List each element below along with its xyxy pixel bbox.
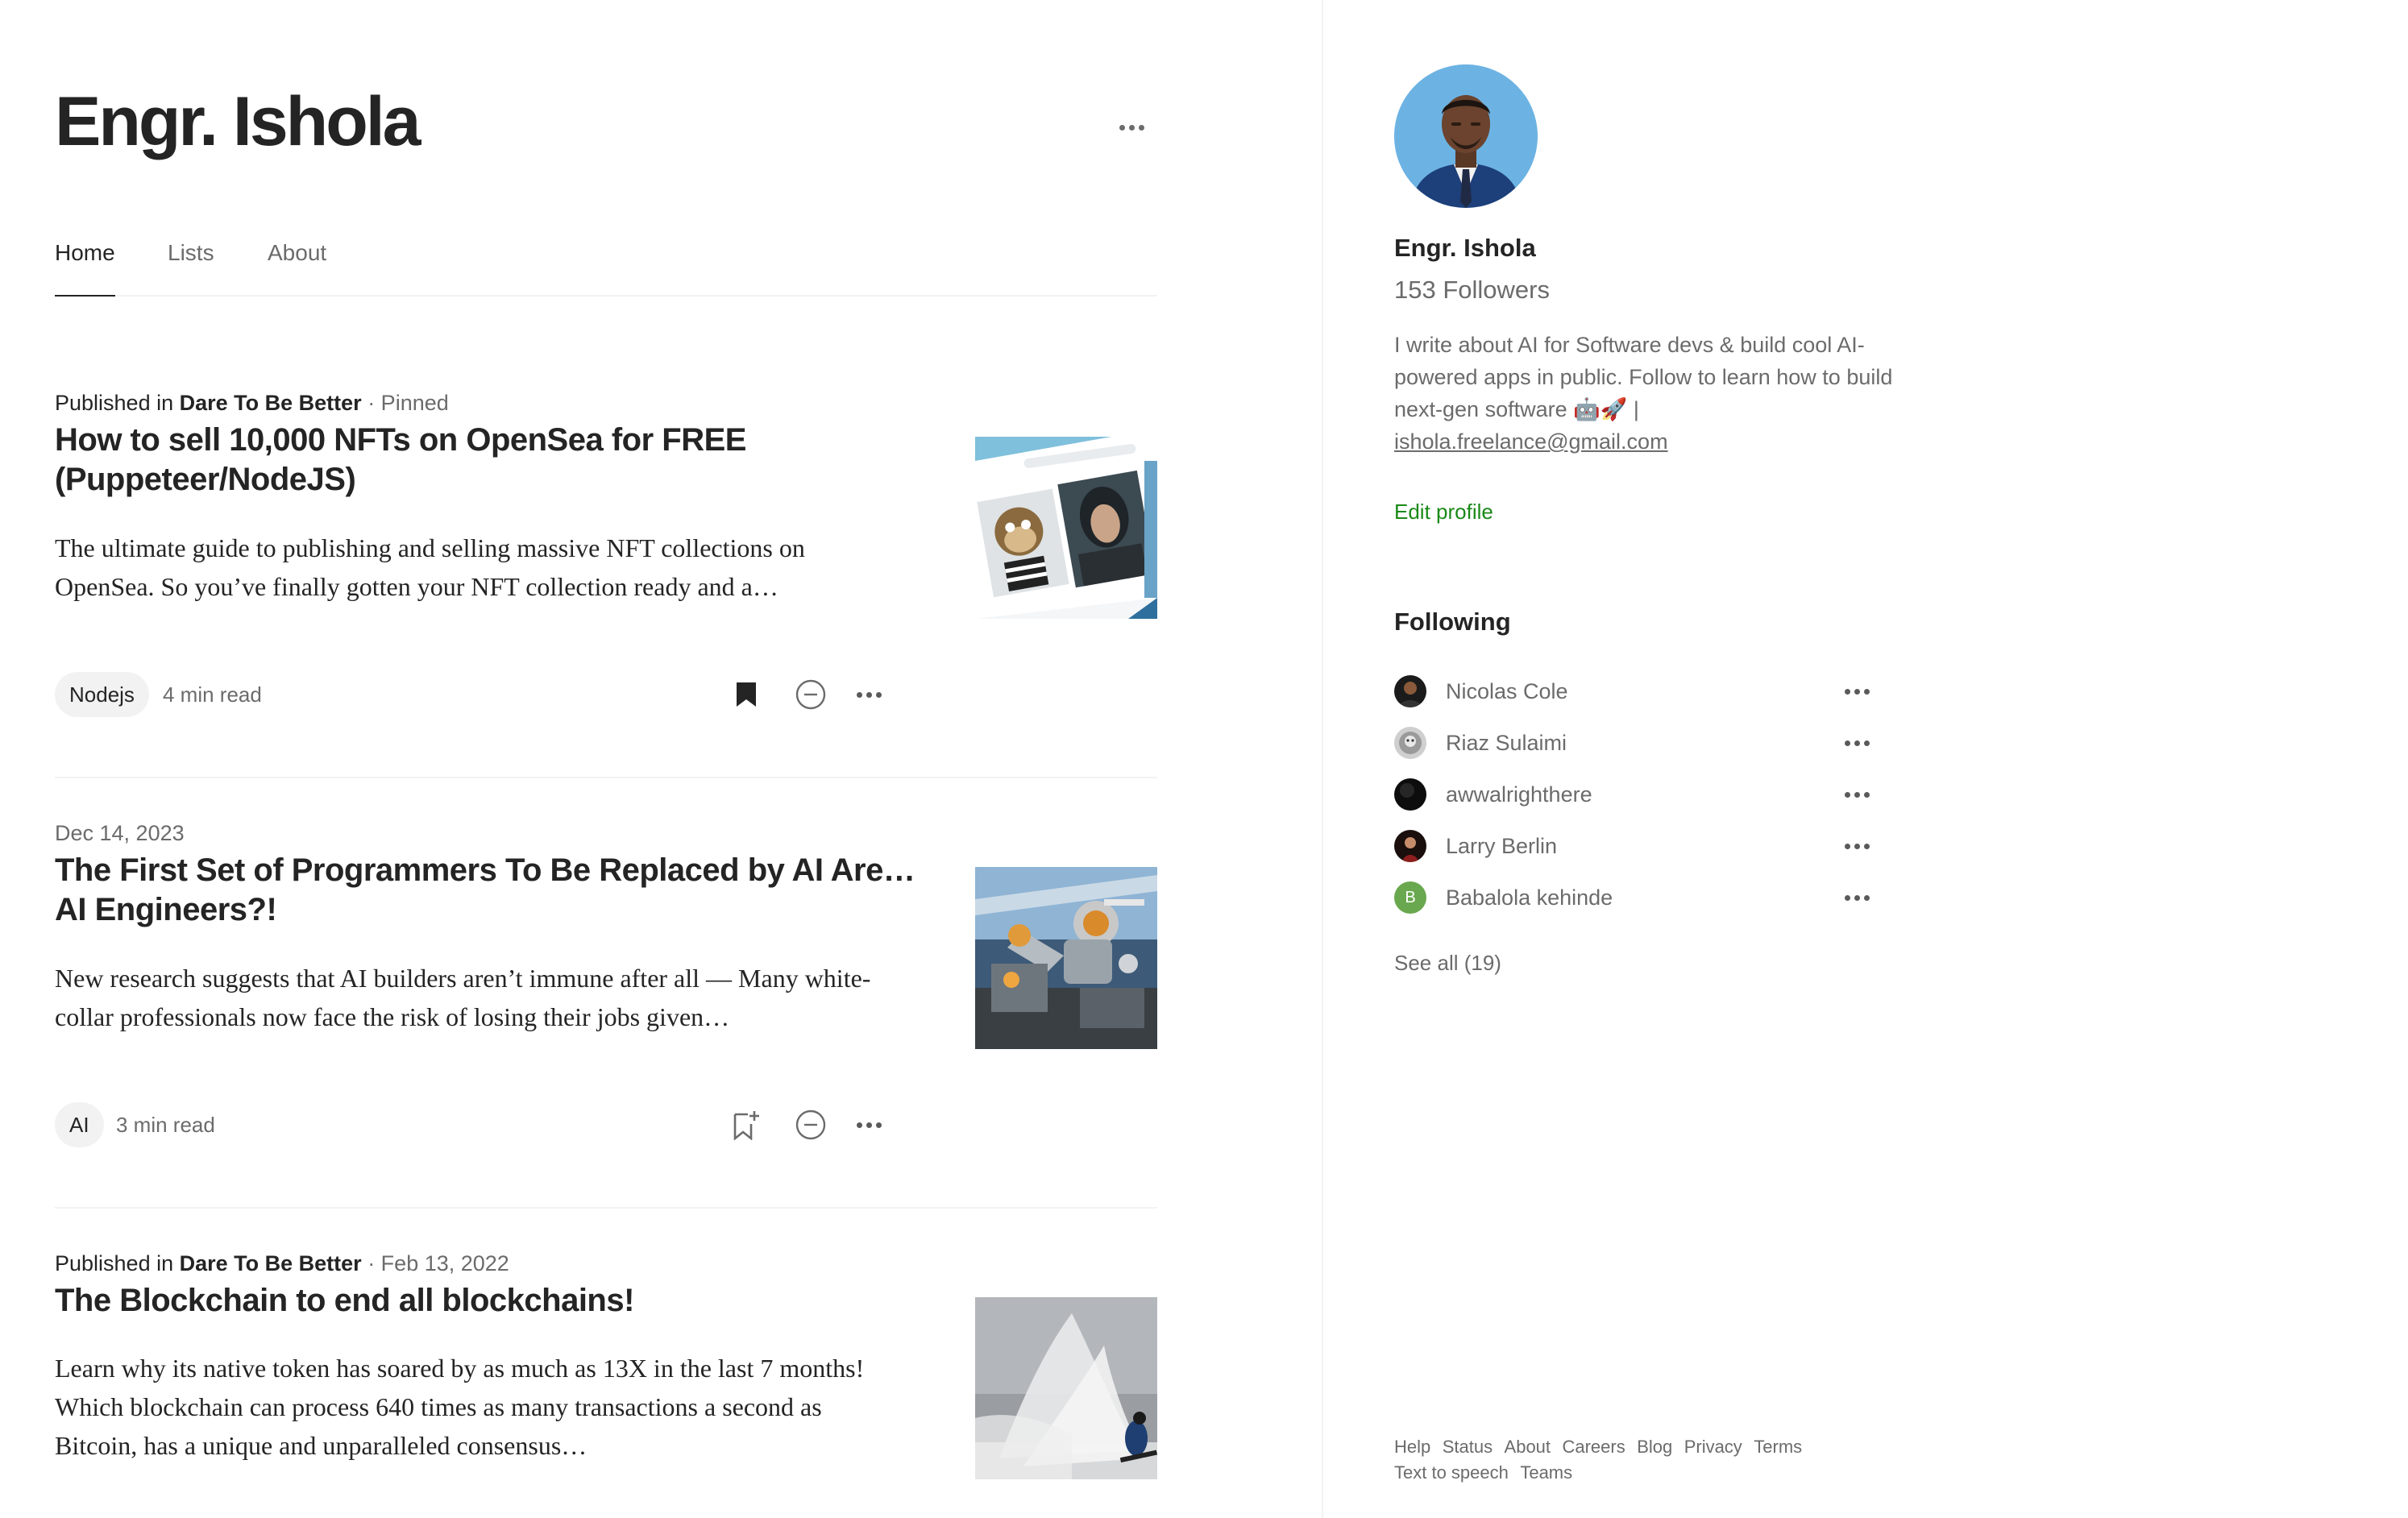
avatar bbox=[1394, 778, 1426, 811]
footer-link-about[interactable]: About bbox=[1505, 1434, 1551, 1460]
pinned-label: · Pinned bbox=[361, 391, 449, 415]
tab-home[interactable]: Home bbox=[55, 235, 115, 297]
article-meta: Published in Dare To Be Better · Feb 13,… bbox=[55, 1247, 1157, 1280]
more-horizontal-icon bbox=[856, 691, 882, 698]
following-name: Nicolas Cole bbox=[1446, 679, 1568, 703]
article-footer: AI 3 min read bbox=[55, 1102, 909, 1147]
article-thumbnail[interactable] bbox=[975, 867, 1157, 1049]
following-more-button[interactable] bbox=[1836, 777, 1878, 812]
following-more-button[interactable] bbox=[1836, 674, 1878, 709]
tab-lists[interactable]: Lists bbox=[168, 235, 214, 297]
footer-links: Help Status About Careers Blog Privacy T… bbox=[1394, 1434, 1910, 1486]
more-horizontal-icon bbox=[1844, 688, 1870, 695]
minus-circle-icon bbox=[795, 1109, 826, 1140]
more-horizontal-icon bbox=[1119, 124, 1144, 131]
profile-sidebar: Engr. Ishola 153 Followers I write about… bbox=[1322, 0, 2408, 1518]
following-name: Riaz Sulaimi bbox=[1446, 731, 1567, 755]
more-horizontal-icon bbox=[1844, 740, 1870, 746]
following-more-button[interactable] bbox=[1836, 828, 1878, 864]
article-title[interactable]: The Blockchain to end all blockchains! bbox=[55, 1281, 925, 1321]
followers-count[interactable]: 153 Followers bbox=[1394, 276, 1550, 305]
article-date: · Feb 13, 2022 bbox=[361, 1251, 509, 1275]
following-name: awwalrighthere bbox=[1446, 782, 1592, 807]
topic-tag[interactable]: AI bbox=[55, 1102, 104, 1147]
bookmark-filled-button[interactable] bbox=[724, 672, 769, 717]
avatar bbox=[1394, 675, 1426, 707]
following-item[interactable]: B Babalola kehinde bbox=[1394, 880, 1878, 915]
profile-photo bbox=[1394, 64, 1538, 208]
footer-link-careers[interactable]: Careers bbox=[1562, 1434, 1625, 1460]
more-horizontal-icon bbox=[1844, 791, 1870, 798]
avatar: B bbox=[1394, 881, 1426, 914]
minus-circle-icon bbox=[795, 679, 826, 710]
publication-link[interactable]: Dare To Be Better bbox=[180, 391, 362, 415]
bookmark-add-button[interactable] bbox=[724, 1102, 769, 1147]
article-footer: Nodejs 4 min read bbox=[55, 672, 909, 717]
avatar bbox=[1394, 830, 1426, 862]
article-subtitle[interactable]: The ultimate guide to publishing and sel… bbox=[55, 529, 909, 606]
article-thumbnail[interactable] bbox=[975, 1297, 1157, 1479]
profile-tabs: Home Lists About bbox=[55, 235, 1157, 297]
article-thumbnail[interactable] bbox=[975, 437, 1157, 619]
show-less-button[interactable] bbox=[788, 1102, 833, 1147]
following-more-button[interactable] bbox=[1836, 725, 1878, 761]
article-card: Published in Dare To Be Better · Pinned … bbox=[55, 387, 1157, 741]
article-title[interactable]: How to sell 10,000 NFTs on OpenSea for F… bbox=[55, 421, 925, 500]
footer-link-help[interactable]: Help bbox=[1394, 1434, 1430, 1460]
footer-link-text-to-speech[interactable]: Text to speech bbox=[1394, 1460, 1509, 1486]
divider bbox=[55, 1207, 1157, 1209]
more-horizontal-icon bbox=[856, 1122, 882, 1128]
bookmark-filled-icon bbox=[737, 682, 756, 707]
publication-link[interactable]: Dare To Be Better bbox=[180, 1251, 362, 1275]
following-more-button[interactable] bbox=[1836, 880, 1878, 915]
footer-link-privacy[interactable]: Privacy bbox=[1684, 1434, 1742, 1460]
tab-about[interactable]: About bbox=[268, 235, 326, 297]
following-name: Larry Berlin bbox=[1446, 834, 1558, 858]
article-card: Dec 14, 2023 The First Set of Programmer… bbox=[55, 817, 1157, 1172]
main-column: Engr. Ishola Home Lists About Published … bbox=[0, 0, 1322, 1518]
footer-link-blog[interactable]: Blog bbox=[1637, 1434, 1672, 1460]
topic-tag[interactable]: Nodejs bbox=[55, 672, 149, 717]
following-item[interactable]: Nicolas Cole bbox=[1394, 674, 1878, 709]
article-subtitle[interactable]: New research suggests that AI builders a… bbox=[55, 959, 909, 1036]
robot-factory-image bbox=[975, 867, 1157, 1049]
avatar[interactable] bbox=[1394, 64, 1538, 208]
divider bbox=[55, 777, 1157, 778]
article-more-button[interactable] bbox=[846, 672, 891, 717]
avatar bbox=[1394, 727, 1426, 759]
edit-profile-link[interactable]: Edit profile bbox=[1394, 500, 1493, 525]
published-in-label: Published in bbox=[55, 1251, 174, 1275]
bio-email-link[interactable]: ishola.freelance@gmail.com bbox=[1394, 429, 1668, 454]
following-item[interactable]: awwalrighthere bbox=[1394, 777, 1878, 812]
more-horizontal-icon bbox=[1844, 843, 1870, 849]
footer-link-teams[interactable]: Teams bbox=[1520, 1460, 1572, 1486]
following-item[interactable]: Larry Berlin bbox=[1394, 828, 1878, 864]
snowboarder-image bbox=[975, 1297, 1157, 1479]
profile-bio: I write about AI for Software devs & bui… bbox=[1394, 329, 1942, 458]
article-date: Dec 14, 2023 bbox=[55, 821, 185, 845]
page-title: Engr. Ishola bbox=[55, 83, 421, 160]
read-time: 3 min read bbox=[116, 1113, 215, 1137]
following-name: Babalola kehinde bbox=[1446, 886, 1613, 910]
more-options-button[interactable] bbox=[1109, 113, 1154, 142]
read-time: 4 min read bbox=[163, 682, 262, 707]
more-horizontal-icon bbox=[1844, 894, 1870, 901]
bookmark-add-icon bbox=[733, 1111, 759, 1140]
profile-name[interactable]: Engr. Ishola bbox=[1394, 234, 1536, 263]
article-card: Published in Dare To Be Better · Feb 13,… bbox=[55, 1247, 1157, 1518]
see-all-following-link[interactable]: See all (19) bbox=[1394, 951, 1501, 976]
article-subtitle[interactable]: Learn why its native token has soared by… bbox=[55, 1349, 909, 1465]
article-more-button[interactable] bbox=[846, 1102, 891, 1147]
article-title[interactable]: The First Set of Programmers To Be Repla… bbox=[55, 851, 925, 930]
footer-link-terms[interactable]: Terms bbox=[1754, 1434, 1802, 1460]
following-heading: Following bbox=[1394, 608, 1511, 636]
bio-text: I write about AI for Software devs & bui… bbox=[1394, 333, 1893, 421]
article-meta: Published in Dare To Be Better · Pinned bbox=[55, 387, 1157, 419]
footer-link-status[interactable]: Status bbox=[1443, 1434, 1493, 1460]
show-less-button[interactable] bbox=[788, 672, 833, 717]
following-item[interactable]: Riaz Sulaimi bbox=[1394, 725, 1878, 761]
nft-collection-image bbox=[975, 437, 1157, 619]
published-in-label: Published in bbox=[55, 391, 174, 415]
